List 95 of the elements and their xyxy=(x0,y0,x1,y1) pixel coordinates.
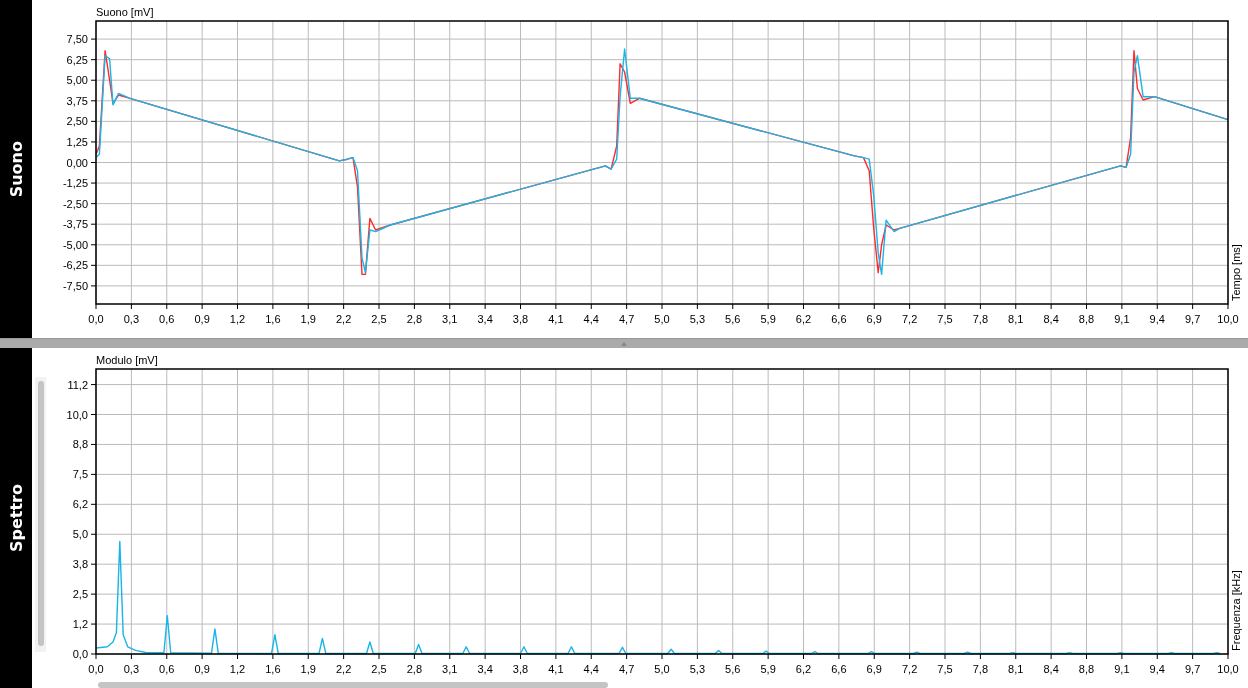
y-tick-label: 1,2 xyxy=(72,618,88,631)
x-tick-label: 2,2 xyxy=(336,663,352,675)
y-tick-label: 3,75 xyxy=(66,94,88,107)
x-tick-label: 0,0 xyxy=(88,313,104,325)
x-tick-label: 10,0 xyxy=(1217,663,1239,675)
y-tick-label: 6,25 xyxy=(66,53,88,66)
x-tick-label: 9,7 xyxy=(1185,313,1201,325)
y-tick-label: 5,0 xyxy=(72,528,88,541)
y-tick-label: -1,25 xyxy=(62,177,88,190)
y-tick-label: 7,5 xyxy=(72,468,88,481)
x-tick-label: 0,9 xyxy=(194,313,210,325)
x-tick-label: 7,2 xyxy=(902,313,918,325)
x-tick-label: 6,6 xyxy=(831,313,847,325)
x-tick-label: 5,3 xyxy=(689,313,705,325)
x-tick-label: 7,2 xyxy=(902,663,918,675)
x-tick-label: 10,0 xyxy=(1217,313,1239,325)
x-tick-label: 3,8 xyxy=(512,663,529,675)
x-tick-label: 5,0 xyxy=(654,313,670,325)
x-tick-label: 2,8 xyxy=(406,663,422,675)
x-tick-label: 2,5 xyxy=(371,663,387,675)
y-tick-label: -5,00 xyxy=(62,238,88,251)
x-tick-label: 5,9 xyxy=(760,663,776,675)
x-tick-label: 5,3 xyxy=(689,663,705,675)
y-tick-label: -2,50 xyxy=(62,197,88,210)
x-tick-label: 1,2 xyxy=(229,663,246,675)
x-tick-label: 9,4 xyxy=(1149,663,1165,675)
x-tick-label: 0,6 xyxy=(159,663,175,675)
x-tick-label: 7,5 xyxy=(937,663,953,675)
x-tick-label: 6,2 xyxy=(795,663,812,675)
x-tick-label: 3,4 xyxy=(477,313,493,325)
x-tick-label: 0,6 xyxy=(159,313,175,325)
x-tick-label: 4,7 xyxy=(619,663,635,675)
x-tick-label: 3,1 xyxy=(442,313,458,325)
x-tick-label: 8,1 xyxy=(1008,313,1024,325)
x-tick-label: 0,3 xyxy=(123,663,139,675)
x-tick-label: 3,8 xyxy=(512,313,529,325)
y-tick-label: 0,00 xyxy=(66,156,88,169)
x-tick-label: 6,9 xyxy=(866,313,882,325)
x-tick-label: 4,7 xyxy=(619,313,635,325)
y-tick-label: 6,2 xyxy=(72,498,88,511)
y-tick-label: 11,2 xyxy=(67,378,88,391)
x-tick-label: 9,1 xyxy=(1114,313,1130,325)
y-tick-label: 8,8 xyxy=(72,438,88,451)
x-tick-label: 8,4 xyxy=(1043,663,1059,675)
x-tick-label: 8,4 xyxy=(1043,313,1059,325)
x-tick-label: 2,2 xyxy=(336,313,352,325)
x-tick-label: 1,6 xyxy=(265,313,281,325)
x-axis-title: Tempo [ms] xyxy=(1230,244,1242,301)
y-axis-title: Modulo [mV] xyxy=(96,354,158,366)
x-tick-label: 2,5 xyxy=(371,313,387,325)
x-tick-label: 0,9 xyxy=(194,663,210,675)
x-tick-label: 9,7 xyxy=(1185,663,1201,675)
y-tick-label: 5,00 xyxy=(66,74,88,87)
panel-label: Spettro xyxy=(6,484,26,552)
x-tick-label: 9,1 xyxy=(1114,663,1130,675)
y-tick-label: 1,25 xyxy=(66,135,88,148)
y-tick-label: 2,50 xyxy=(66,115,88,128)
x-tick-label: 5,9 xyxy=(760,313,776,325)
x-tick-label: 8,1 xyxy=(1008,663,1024,675)
panel-label: Suono xyxy=(6,140,26,198)
x-tick-label: 5,0 xyxy=(654,663,670,675)
y-tick-label: 7,50 xyxy=(66,33,88,46)
x-tick-label: 6,2 xyxy=(795,313,812,325)
x-axis-title: Frequenza [kHz] xyxy=(1230,570,1242,651)
x-tick-label: 3,1 xyxy=(442,663,458,675)
x-tick-label: 2,8 xyxy=(406,313,422,325)
x-tick-label: 1,9 xyxy=(300,313,316,325)
x-tick-label: 9,4 xyxy=(1149,313,1165,325)
x-tick-label: 5,6 xyxy=(725,663,741,675)
y-axis-title: Suono [mV] xyxy=(96,6,154,18)
x-tick-label: 6,9 xyxy=(866,663,882,675)
x-tick-label: 1,9 xyxy=(300,663,316,675)
y-tick-label: 3,8 xyxy=(72,558,88,571)
x-tick-label: 5,6 xyxy=(725,313,741,325)
x-tick-label: 7,8 xyxy=(972,663,988,675)
y-tick-label: -7,50 xyxy=(62,279,88,292)
x-tick-label: 3,4 xyxy=(477,663,493,675)
x-tick-label: 1,2 xyxy=(229,313,246,325)
x-tick-label: 7,5 xyxy=(937,313,953,325)
x-tick-label: 4,4 xyxy=(583,313,599,325)
x-tick-label: 8,8 xyxy=(1078,663,1095,675)
x-tick-label: 4,1 xyxy=(548,313,564,325)
y-tick-label: 10,0 xyxy=(66,408,88,421)
x-tick-label: 0,3 xyxy=(123,313,139,325)
y-tick-label: -6,25 xyxy=(62,259,88,272)
x-tick-label: 4,1 xyxy=(548,663,564,675)
x-tick-label: 7,8 xyxy=(972,313,988,325)
x-tick-label: 1,6 xyxy=(265,663,281,675)
y-tick-label: 2,5 xyxy=(72,588,88,601)
x-tick-label: 6,6 xyxy=(831,663,847,675)
y-tick-label: 0,0 xyxy=(72,648,88,660)
x-tick-label: 0,0 xyxy=(88,663,104,675)
x-tick-label: 4,4 xyxy=(583,663,599,675)
y-tick-label: -3,75 xyxy=(62,218,88,231)
x-tick-label: 8,8 xyxy=(1078,313,1095,325)
